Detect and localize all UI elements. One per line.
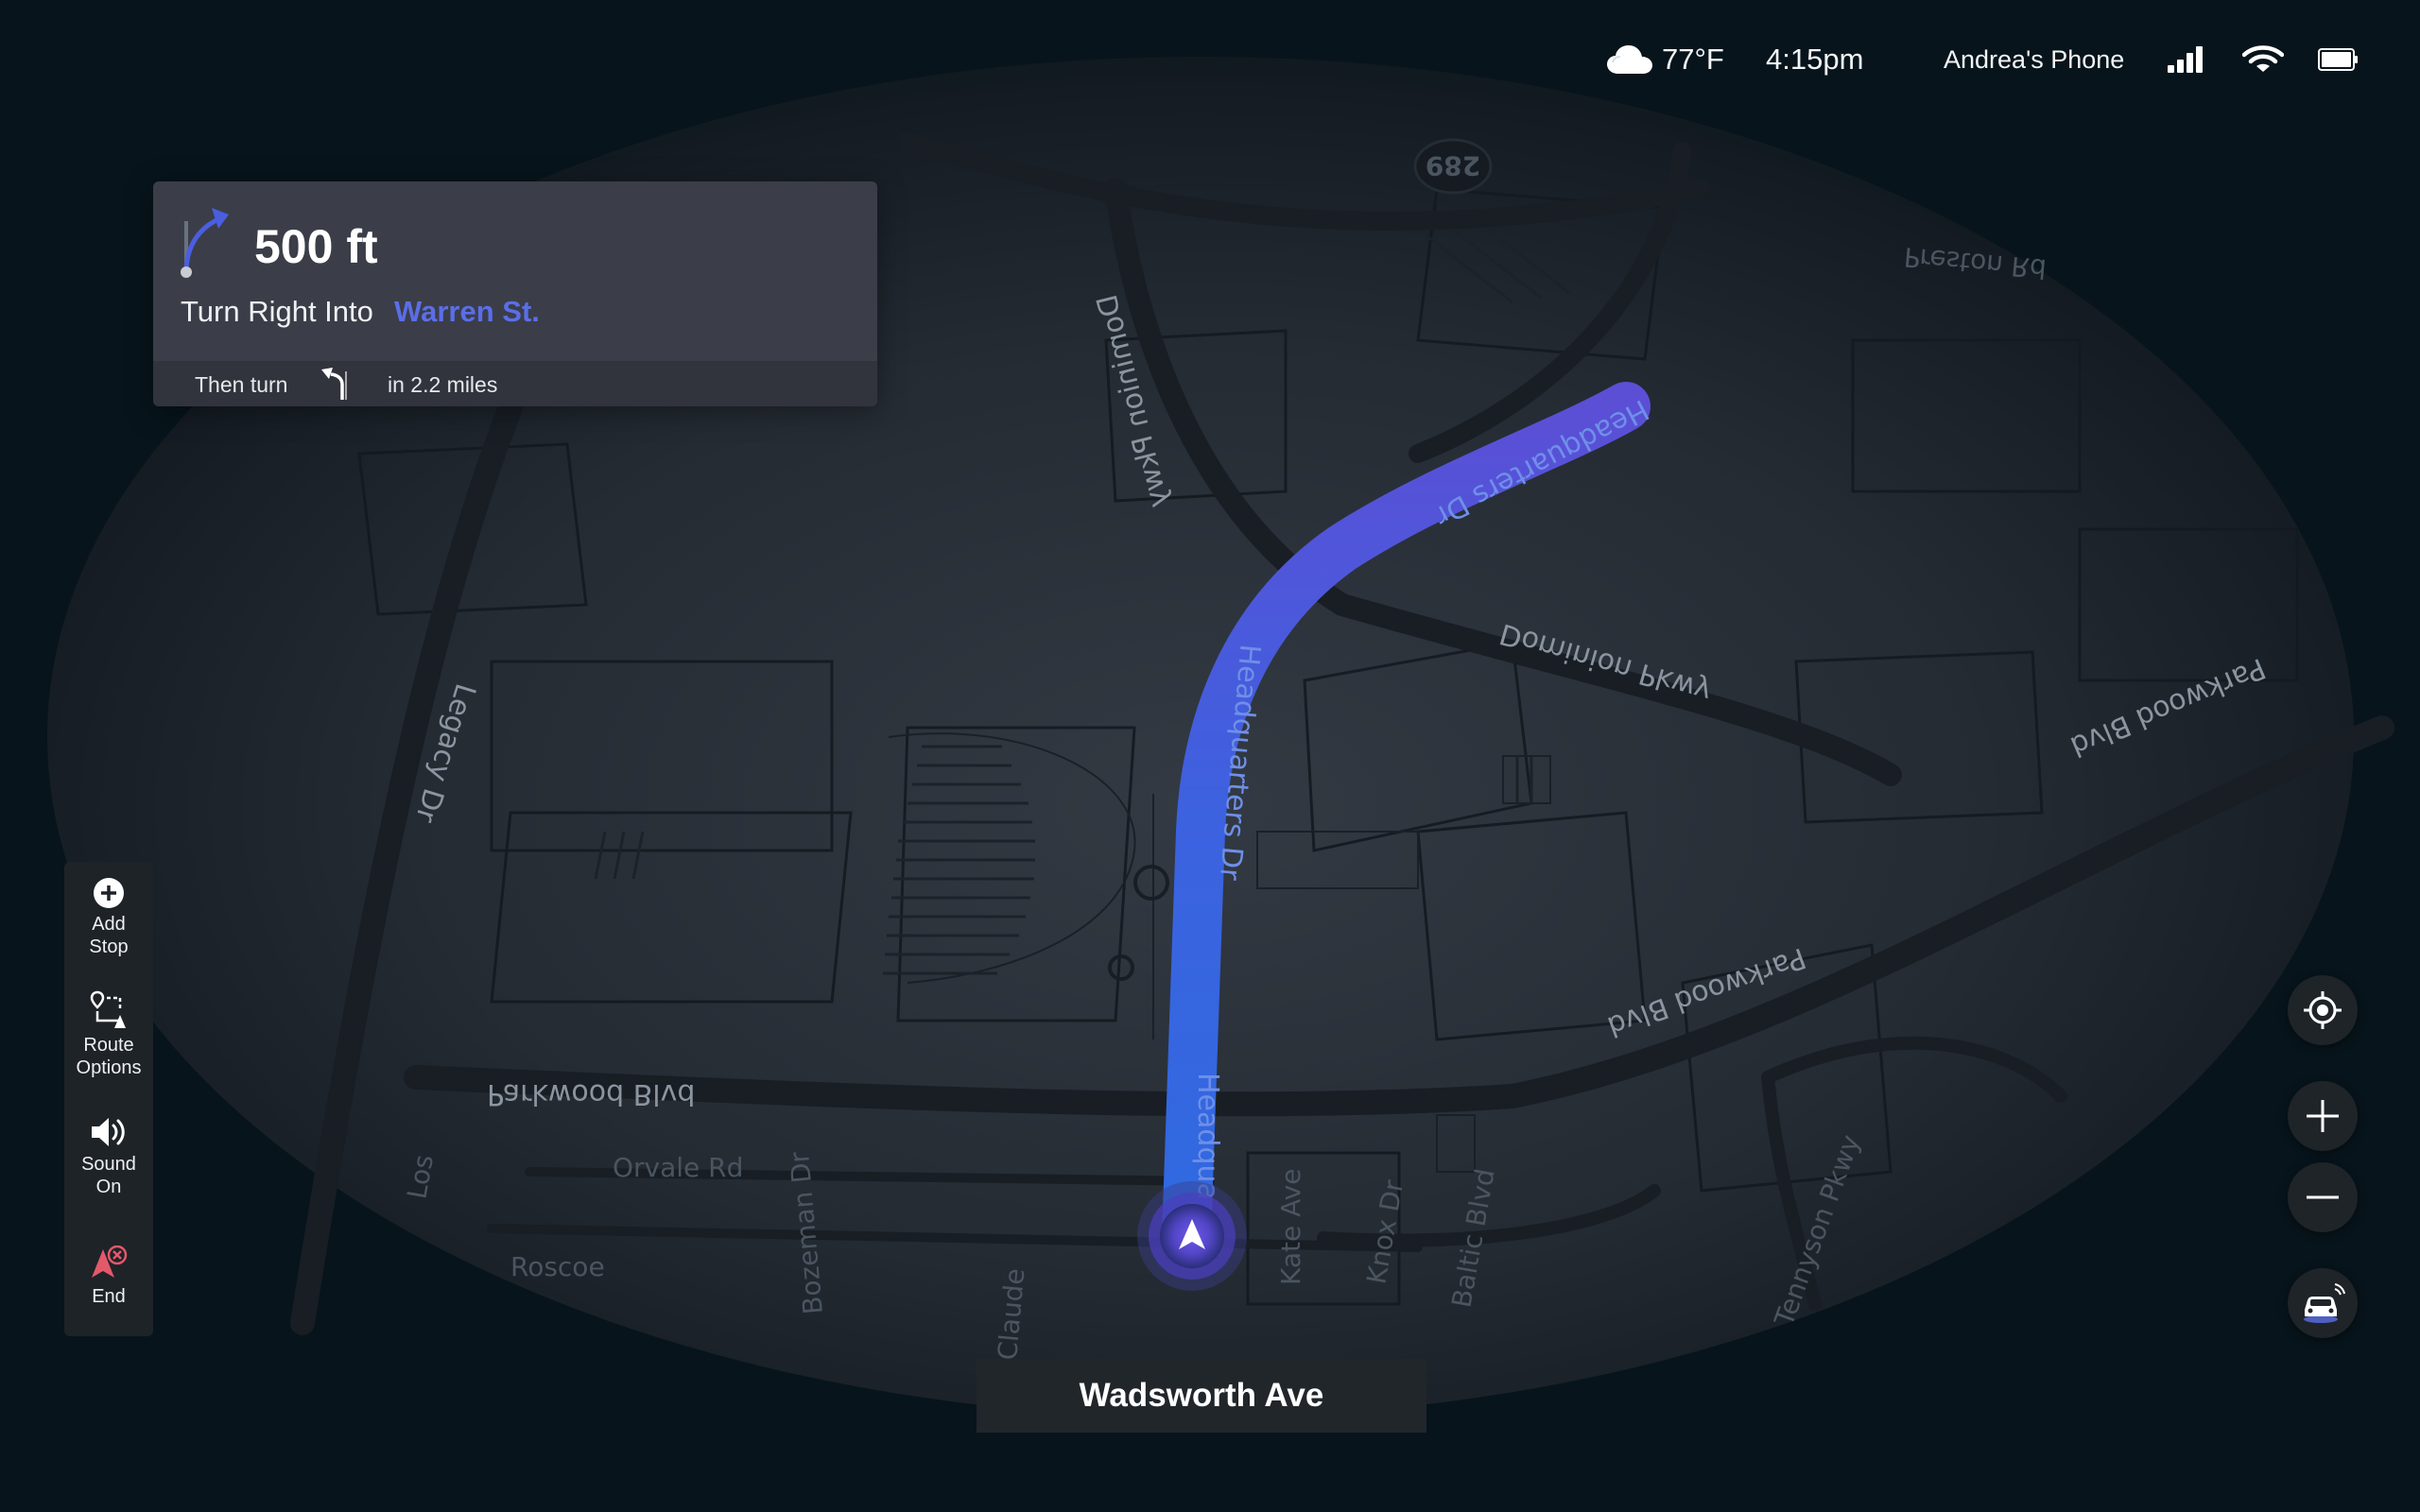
wifi-icon xyxy=(2242,45,2284,72)
route-options-button[interactable]: Route Options xyxy=(64,990,153,1079)
current-street-label: Wadsworth Ave xyxy=(977,1359,1426,1433)
navigation-toolbar: Add Stop Route Options Sound On End xyxy=(64,862,153,1336)
route-options-label-2: Options xyxy=(76,1057,142,1078)
sound-label-2: On xyxy=(95,1177,122,1197)
vehicle-connection-button[interactable] xyxy=(2288,1268,2358,1338)
temperature: 77°F xyxy=(1662,43,1724,76)
next-maneuver-bar: Then turn in 2.2 miles xyxy=(153,361,877,406)
phone-connection[interactable]: Andrea's Phone xyxy=(1944,38,2124,81)
turn-instruction: Turn Right Into xyxy=(181,295,373,328)
wifi-status xyxy=(2242,38,2284,81)
connected-car-icon xyxy=(2304,1283,2345,1323)
sound-label-1: Sound xyxy=(81,1154,136,1175)
battery-icon xyxy=(2318,48,2358,71)
cloud-icon xyxy=(1607,45,1652,74)
street-label-orvale: Orvale Rd xyxy=(613,1152,743,1183)
add-circle-icon xyxy=(94,878,124,908)
recenter-button[interactable] xyxy=(2288,975,2358,1045)
turn-street-name: Warren St. xyxy=(394,295,540,328)
zoom-out-button[interactable] xyxy=(2288,1162,2358,1232)
signal-bars-icon xyxy=(2168,46,2203,73)
next-maneuver-distance: in 2.2 miles xyxy=(388,372,498,397)
next-maneuver-label: Then turn xyxy=(195,372,288,397)
turn-right-arrow-icon xyxy=(181,208,229,278)
end-navigation-icon xyxy=(92,1246,128,1278)
clock-time: 4:15pm xyxy=(1766,43,1864,76)
add-stop-label-1: Add xyxy=(92,914,126,935)
speaker-icon xyxy=(92,1118,125,1146)
street-label-parkwood-c: Parkwood Blvd xyxy=(487,1077,695,1110)
street-label-roscoe: Roscoe xyxy=(510,1251,605,1282)
locate-icon xyxy=(2304,991,2342,1029)
end-label: End xyxy=(92,1286,126,1307)
sound-toggle-button[interactable]: Sound On xyxy=(64,1115,153,1198)
route-shield-label: 289 xyxy=(1426,150,1480,181)
signal-strength xyxy=(2168,38,2205,81)
clock: 4:15pm xyxy=(1766,38,1863,81)
turn-left-arrow-icon xyxy=(321,368,347,400)
route-options-label-1: Route xyxy=(83,1035,134,1056)
zoom-in-button[interactable] xyxy=(2288,1081,2358,1151)
minus-icon xyxy=(2307,1195,2339,1199)
battery-status xyxy=(2318,38,2360,81)
route-options-icon xyxy=(90,990,126,1028)
street-label-kate: Kate Ave xyxy=(1275,1169,1306,1285)
turn-instruction-card[interactable]: 500 ft Turn Right Into Warren St. Then t… xyxy=(153,181,877,406)
add-stop-label-2: Stop xyxy=(89,936,129,957)
add-stop-button[interactable]: Add Stop xyxy=(64,877,153,958)
current-location-puck xyxy=(1137,1181,1247,1291)
device-name: Andrea's Phone xyxy=(1944,44,2125,74)
end-navigation-button[interactable]: End xyxy=(64,1246,153,1308)
plus-icon xyxy=(2307,1100,2339,1132)
street-label-hq-c: Headqua xyxy=(1191,1073,1224,1200)
weather-widget: 77°F xyxy=(1605,38,1724,81)
turn-distance: 500 ft xyxy=(254,220,378,273)
